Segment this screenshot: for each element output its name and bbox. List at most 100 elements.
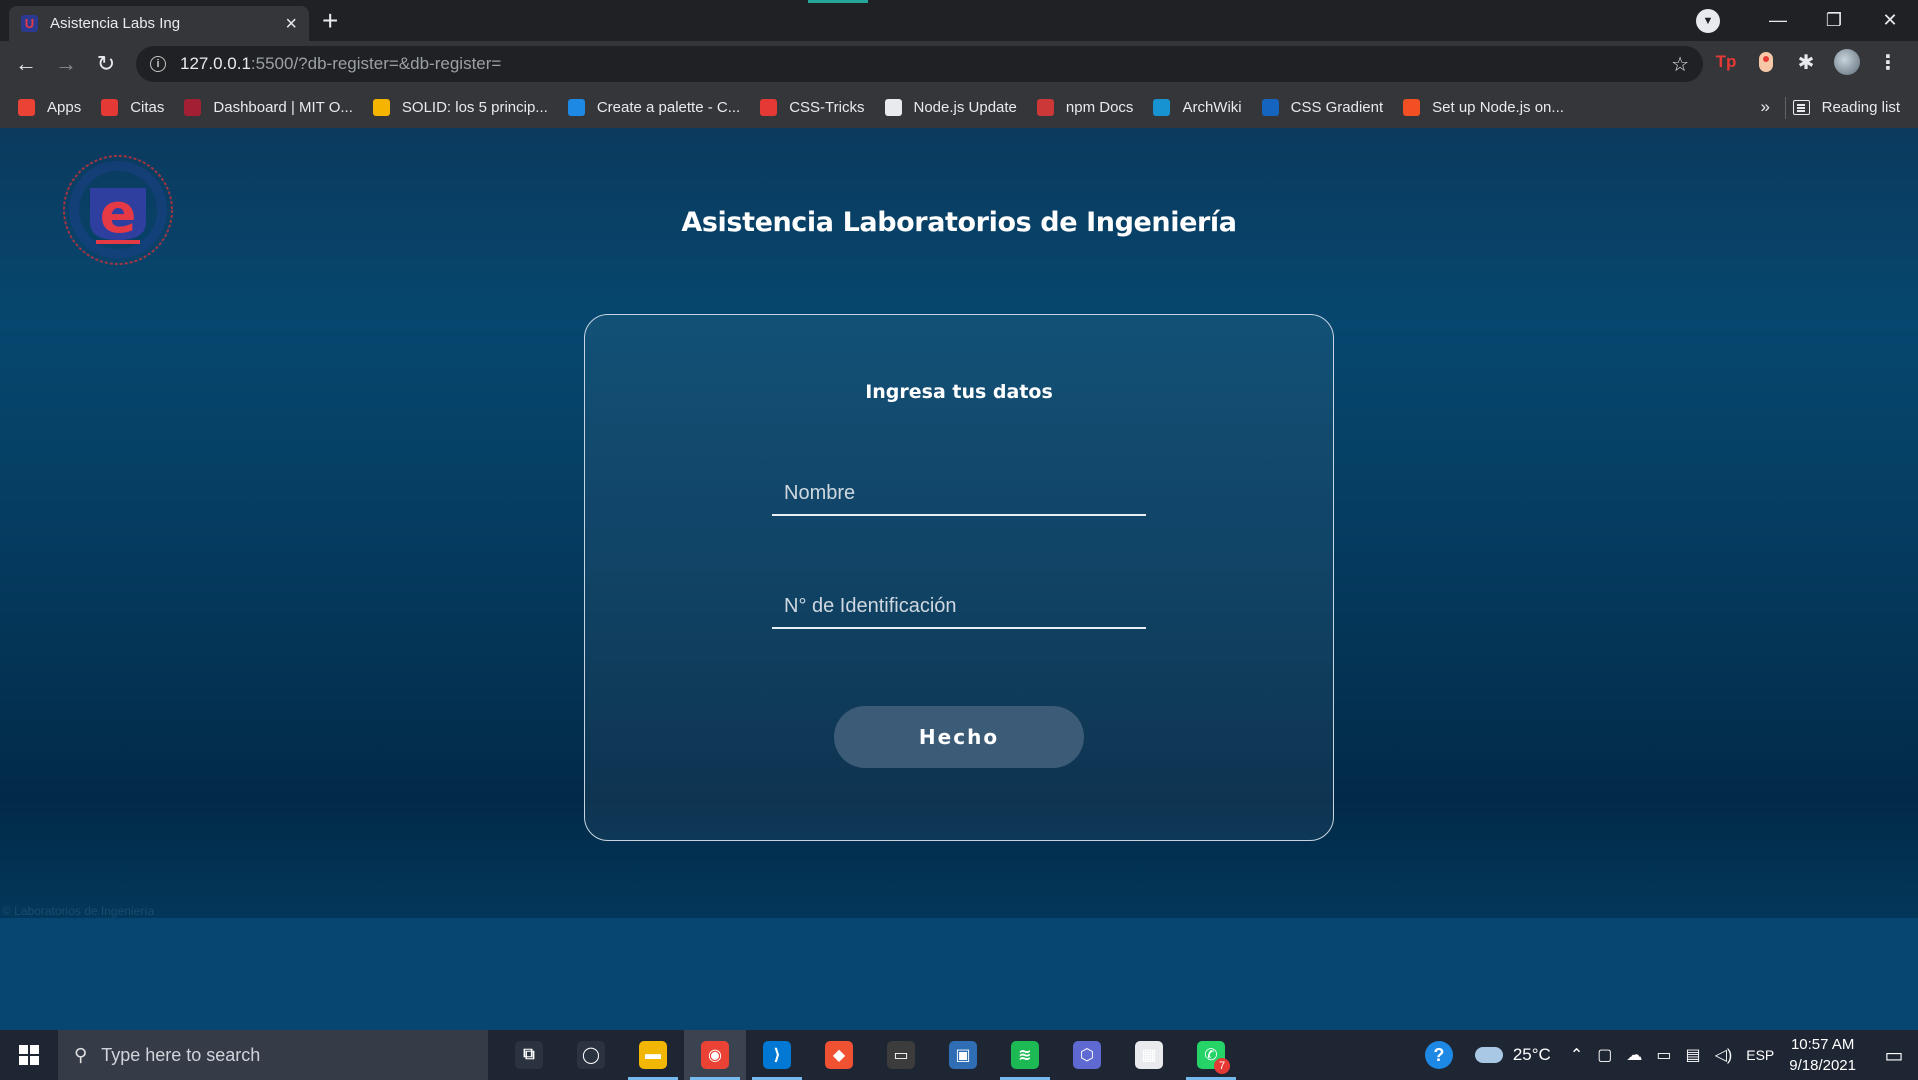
bookmark-star-icon[interactable]: ☆	[1671, 52, 1689, 77]
weather-widget[interactable]: 25°C	[1474, 1045, 1551, 1065]
windows-taskbar: ⚲ Type here to search ⧉ ◯ ▬ ◉ ⟩ ◆ ▭ ▣ ≋ ⬡ ▦ ✆ 7 ? 25…	[0, 1030, 1918, 1080]
extension-dot-icon[interactable]	[1754, 50, 1778, 74]
clock-time: 10:57 AM	[1790, 1036, 1855, 1053]
restore-window-button[interactable]: ❐	[1806, 10, 1862, 31]
id-number-field	[772, 585, 1146, 629]
forward-arrow-icon[interactable]: →	[46, 51, 86, 77]
battery-icon[interactable]: ▭	[1656, 1045, 1671, 1065]
meet-now-icon[interactable]: ▢	[1597, 1045, 1612, 1065]
bookmark-item[interactable]: Citas	[101, 99, 164, 116]
bookmark-item[interactable]: ArchWiki	[1153, 99, 1242, 116]
show-hidden-icons-icon[interactable]: ⌃	[1570, 1045, 1583, 1065]
address-bar[interactable]: i 127.0.0.1:5500/?db-register=&db-regist…	[136, 46, 1703, 82]
taskbar-app-virtualbox[interactable]: ▣	[932, 1030, 994, 1080]
store-icon: ▦	[1135, 1041, 1163, 1069]
bookmark-item[interactable]: npm Docs	[1036, 99, 1134, 116]
bookmark-item[interactable]: Set up Node.js on...	[1403, 99, 1564, 116]
bookmark-item[interactable]: SOLID: los 5 princip...	[372, 99, 548, 116]
reading-list-icon	[1792, 100, 1810, 115]
id-number-input[interactable]	[784, 594, 1146, 618]
form-title: Ingresa tus datos	[865, 381, 1053, 403]
taskbar-search-box[interactable]: ⚲ Type here to search	[58, 1030, 488, 1080]
url-host: 127.0.0.1	[180, 54, 251, 73]
chrome-menu-icon[interactable]: ⋮	[1876, 50, 1900, 74]
close-tab-icon[interactable]: ×	[285, 14, 297, 34]
taskbar-app-store[interactable]: ▦	[1118, 1030, 1180, 1080]
bookmark-item[interactable]: CSS Gradient	[1261, 99, 1383, 116]
close-window-button[interactable]: ✕	[1862, 10, 1918, 31]
new-tab-button[interactable]: +	[322, 7, 338, 35]
npm-icon	[1036, 99, 1054, 116]
taskbar-app-git[interactable]: ◆	[808, 1030, 870, 1080]
bookmark-label: Apps	[47, 99, 82, 116]
css-tricks-icon	[760, 99, 778, 116]
bookmark-item[interactable]: Apps	[18, 99, 81, 116]
bookmark-item[interactable]: Dashboard | MIT O...	[184, 99, 353, 116]
help-icon[interactable]: ?	[1424, 1041, 1453, 1069]
volume-icon[interactable]: ◁)	[1715, 1045, 1733, 1065]
browser-tab-active[interactable]: U Asistencia Labs Ing ×	[9, 6, 309, 41]
extensions-puzzle-icon[interactable]: ✱	[1794, 50, 1818, 74]
bookmark-label: Citas	[130, 99, 165, 116]
coolors-icon	[567, 99, 585, 116]
profile-avatar[interactable]	[1834, 49, 1860, 75]
search-icon: ⚲	[74, 1044, 88, 1065]
weather-temperature: 25°C	[1512, 1045, 1551, 1064]
taskbar-app-cortana[interactable]: ◯	[560, 1030, 622, 1080]
taskbar-app-spotify[interactable]: ≋	[994, 1030, 1056, 1080]
notification-badge: 7	[1214, 1058, 1230, 1074]
reading-list-label: Reading list	[1821, 99, 1900, 116]
bookmark-label: Dashboard | MIT O...	[213, 99, 353, 116]
cloud-icon	[1474, 1047, 1503, 1063]
bookmark-label: ArchWiki	[1182, 99, 1242, 116]
tab-strip: U Asistencia Labs Ing × + ▼ — ❐ ✕	[0, 0, 1918, 41]
taskbar-app-file-explorer[interactable]: ▬	[622, 1030, 684, 1080]
page-title: Asistencia Laboratorios de Ingeniería	[681, 207, 1237, 238]
back-arrow-icon[interactable]: ←	[6, 51, 46, 77]
solid-icon	[372, 99, 390, 116]
tab-search-icon[interactable]: ▼	[1696, 8, 1720, 33]
taskbar-app-chrome[interactable]: ◉	[684, 1030, 746, 1080]
tp-extension-icon[interactable]: Tp	[1714, 50, 1738, 74]
bookmark-label: Create a palette - C...	[596, 99, 741, 116]
bookmark-label: SOLID: los 5 princip...	[401, 99, 548, 116]
input-language[interactable]: ESP	[1746, 1047, 1774, 1063]
name-field	[772, 472, 1146, 516]
book-icon	[101, 99, 119, 116]
tab-title: Asistencia Labs Ing	[50, 15, 181, 32]
reading-list-button[interactable]: Reading list	[1792, 87, 1900, 128]
taskbar-search-placeholder: Type here to search	[101, 1044, 261, 1065]
taskbar-app-task-view[interactable]: ⧉	[498, 1030, 560, 1080]
cortana-icon: ◯	[577, 1041, 605, 1069]
submit-button[interactable]: Hecho	[834, 706, 1084, 768]
taskbar-clock[interactable]: 10:57 AM 9/18/2021	[1789, 1034, 1856, 1076]
bookmark-label: npm Docs	[1065, 99, 1134, 116]
reload-icon[interactable]: ↻	[86, 51, 126, 77]
microsoft-icon	[1403, 99, 1421, 116]
minimize-window-button[interactable]: —	[1750, 10, 1806, 31]
site-info-icon[interactable]: i	[150, 56, 166, 72]
taskbar-app-whatsapp[interactable]: ✆ 7	[1180, 1030, 1242, 1080]
pinned-apps: ⧉ ◯ ▬ ◉ ⟩ ◆ ▭ ▣ ≋ ⬡ ▦ ✆ 7	[498, 1030, 1242, 1080]
more-bookmarks-button[interactable]: »	[1761, 97, 1770, 117]
taskbar-app-terminal[interactable]: ▭	[870, 1030, 932, 1080]
vscode-icon: ⟩	[763, 1041, 791, 1069]
bookmark-item[interactable]: Create a palette - C...	[567, 99, 741, 116]
apps-grid-icon	[18, 99, 35, 116]
start-button[interactable]	[0, 1030, 58, 1080]
system-tray: ? 25°C ⌃ ▢ ☁ ▭ ▤ ◁) ESP 10:57 AM 9/18/20…	[1424, 1030, 1918, 1080]
taskbar-app-app-hexagon[interactable]: ⬡	[1056, 1030, 1118, 1080]
taskbar-app-vscode[interactable]: ⟩	[746, 1030, 808, 1080]
register-form-card: Ingresa tus datos Hecho	[584, 314, 1334, 841]
network-icon[interactable]: ▤	[1685, 1045, 1700, 1065]
notification-center-icon[interactable]: ▭	[1870, 1030, 1918, 1080]
wordpress-icon	[884, 99, 902, 116]
bookmark-item[interactable]: Node.js Update	[884, 99, 1017, 116]
onedrive-icon[interactable]: ☁	[1626, 1045, 1642, 1065]
name-input[interactable]	[784, 481, 1146, 505]
bookmark-item[interactable]: CSS-Tricks	[760, 99, 865, 116]
app-hexagon-icon: ⬡	[1073, 1041, 1101, 1069]
window-accent-bar	[808, 0, 868, 3]
arch-icon	[1153, 99, 1171, 116]
browser-toolbar: ← → ↻ i 127.0.0.1:5500/?db-register=&db-…	[0, 41, 1918, 87]
